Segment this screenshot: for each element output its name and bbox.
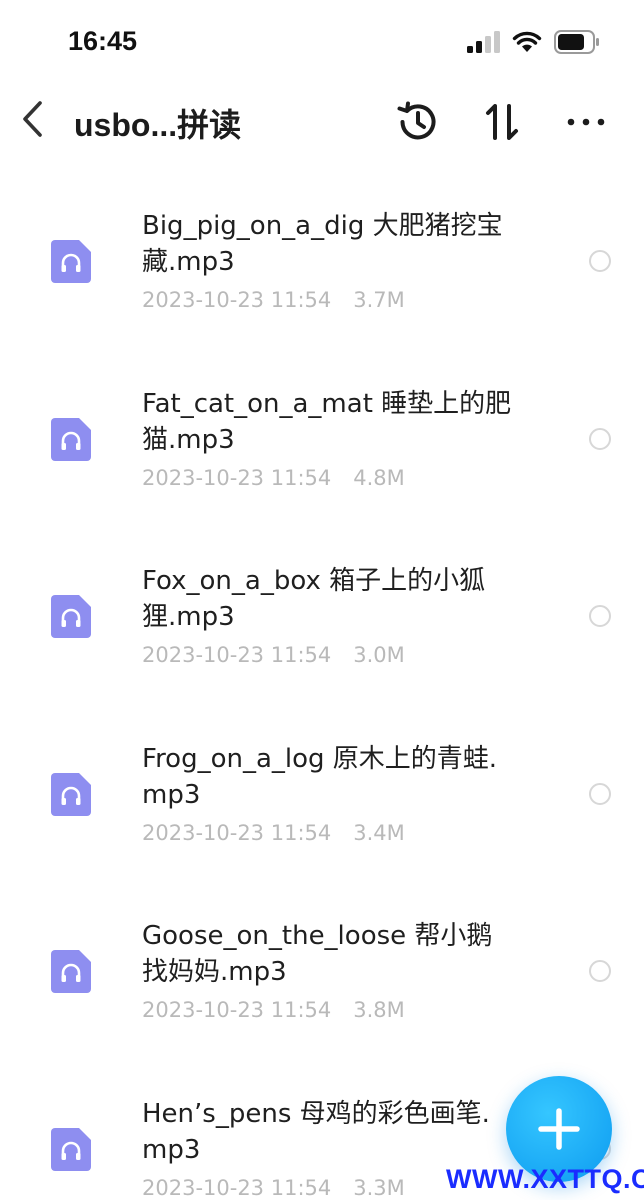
file-list: Big_pig_on_a_dig 大肥猪挖宝藏.mp3 2023-10-23 1… (0, 180, 644, 1200)
battery-icon (554, 30, 599, 54)
select-radio[interactable] (589, 427, 611, 450)
file-meta: 2023-10-23 11:54 3.7M (142, 288, 405, 312)
audio-file-icon (51, 595, 91, 638)
file-meta: 2023-10-23 11:54 3.4M (142, 821, 405, 845)
more-button[interactable] (560, 96, 612, 148)
file-list-item[interactable]: Fox_on_a_box 箱子上的小狐狸.mp3 2023-10-23 11:5… (0, 535, 644, 713)
page-title: usbo...拼读 (74, 107, 242, 143)
watermark: WWW.XXTTQ.COM (446, 1164, 644, 1194)
file-list-item[interactable]: Fat_cat_on_a_mat 睡垫上的肥猫.mp3 2023-10-23 1… (0, 358, 644, 536)
file-size: 3.3M (353, 1175, 405, 1200)
file-size: 3.8M (353, 998, 405, 1022)
audio-file-icon (51, 772, 91, 816)
file-date: 2023-10-23 11:54 (142, 288, 332, 312)
file-date: 2023-10-23 11:54 (142, 820, 332, 845)
audio-file-icon (51, 240, 91, 283)
status-time: 16:45 (68, 26, 138, 56)
file-date: 2023-10-23 11:54 (142, 643, 332, 667)
plus-icon (538, 1108, 580, 1150)
file-list-item[interactable]: Frog_on_a_log 原木上的青蛙.mp3 2023-10-23 11:5… (0, 713, 644, 891)
select-radio[interactable] (589, 250, 611, 272)
file-name: Goose_on_the_loose 帮小鹅找妈妈.mp3 (142, 921, 493, 987)
status-icons (466, 30, 600, 54)
file-meta: 2023-10-23 11:54 3.8M (142, 998, 405, 1022)
file-meta: 2023-10-23 11:54 4.8M (142, 466, 405, 490)
file-list-item[interactable]: Goose_on_the_loose 帮小鹅找妈妈.mp3 2023-10-23… (0, 890, 644, 1068)
file-name: Fat_cat_on_a_mat 睡垫上的肥猫.mp3 (142, 388, 512, 455)
back-icon[interactable] (18, 98, 48, 140)
nav-bar: usbo...拼读 (0, 86, 644, 156)
more-icon (567, 118, 605, 126)
file-date: 2023-10-23 11:54 (142, 998, 332, 1022)
file-meta: 2023-10-23 11:54 3.3M (142, 1176, 405, 1200)
history-button[interactable] (392, 96, 444, 148)
file-date: 2023-10-23 11:54 (142, 465, 332, 490)
file-date: 2023-10-23 11:54 (142, 1175, 332, 1200)
file-list-item[interactable]: Big_pig_on_a_dig 大肥猪挖宝藏.mp3 2023-10-23 1… (0, 180, 644, 358)
audio-file-icon (51, 1127, 91, 1171)
select-radio[interactable] (589, 605, 611, 627)
file-size: 3.7M (353, 288, 405, 312)
history-icon (397, 101, 436, 140)
screen: 16:45 usbo...拼读 Big_pig_on_a_dig 大肥猪挖宝藏.… (0, 0, 644, 1200)
file-size: 4.8M (353, 465, 405, 490)
sort-icon (486, 104, 518, 140)
signal-icon (467, 31, 500, 53)
file-name: Big_pig_on_a_dig 大肥猪挖宝藏.mp3 (142, 211, 503, 277)
file-name: Fox_on_a_box 箱子上的小狐狸.mp3 (142, 566, 486, 632)
file-name: Frog_on_a_log 原木上的青蛙.mp3 (142, 743, 498, 810)
file-name: Hen’s_pens 母鸡的彩色画笔.mp3 (142, 1098, 490, 1165)
audio-file-icon (51, 950, 91, 993)
status-bar: 16:45 (0, 0, 644, 86)
sort-button[interactable] (476, 96, 528, 148)
file-size: 3.0M (353, 643, 405, 667)
wifi-icon (512, 31, 542, 52)
audio-file-icon (51, 417, 91, 461)
select-radio[interactable] (589, 782, 611, 805)
file-meta: 2023-10-23 11:54 3.0M (142, 643, 405, 667)
file-size: 3.4M (353, 820, 405, 845)
select-radio[interactable] (589, 960, 611, 982)
